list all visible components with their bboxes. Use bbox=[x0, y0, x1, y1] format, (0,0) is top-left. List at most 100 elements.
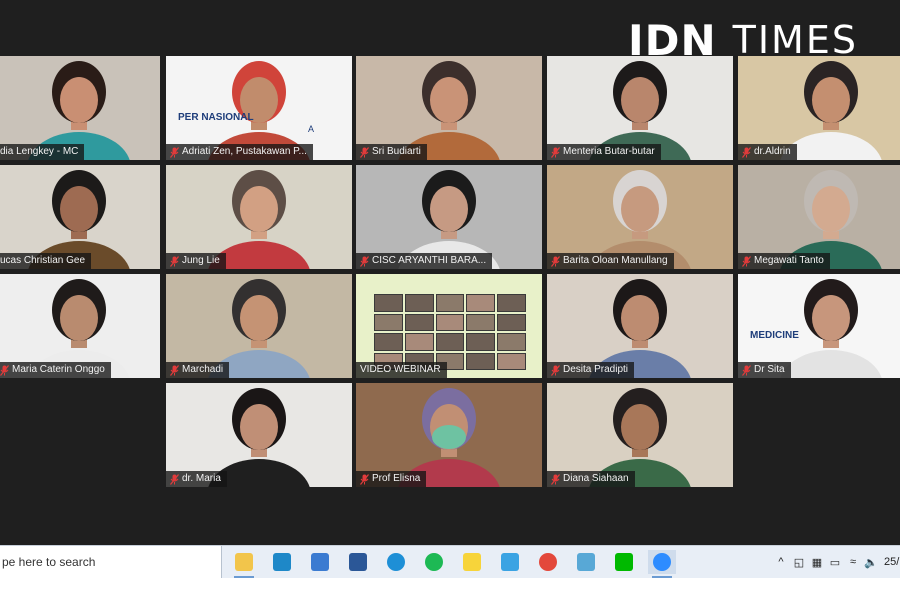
muted-mic-icon bbox=[742, 146, 751, 158]
video-tile-desita-pradipti[interactable]: Desita Pradipti bbox=[547, 274, 733, 378]
mini-video-cell bbox=[435, 333, 465, 351]
participant-face bbox=[60, 186, 98, 232]
participant-face bbox=[240, 295, 278, 341]
mini-video-cell bbox=[374, 333, 403, 351]
video-tile-megawati-tanto[interactable]: Megawati Tanto bbox=[738, 165, 900, 269]
l-app-icon[interactable] bbox=[268, 550, 296, 574]
chrome-glyph bbox=[539, 553, 557, 571]
participant-face bbox=[812, 77, 850, 123]
participant-name: dr.Aldrin bbox=[754, 146, 791, 157]
participant-name: VIDEO WEBINAR bbox=[360, 364, 441, 375]
taskbar-search-box[interactable]: pe here to search bbox=[0, 546, 222, 578]
virtual-background-text: A bbox=[308, 124, 314, 134]
participant-name: Desita Pradipti bbox=[563, 364, 629, 375]
participant-name-label: dr.Aldrin bbox=[738, 144, 797, 160]
participant-name-label: Sri Budiarti bbox=[356, 144, 427, 160]
mini-video-cell bbox=[404, 333, 434, 351]
network-status-icon[interactable]: ▦ bbox=[808, 556, 826, 569]
video-tile-adriati-zen[interactable]: PER NASIONAL A Adriati Zen, Pustakawan P..… bbox=[166, 56, 352, 160]
chrome-icon[interactable] bbox=[534, 550, 562, 574]
participant-name-label: Maria Caterin Onggo bbox=[0, 362, 111, 378]
participant-name: Megawati Tanto bbox=[754, 255, 824, 266]
participant-name: Sri Budiarti bbox=[372, 146, 421, 157]
zoom-icon[interactable] bbox=[648, 550, 676, 578]
mini-video-cell bbox=[374, 294, 403, 312]
system-tray: ^ ◱ ▦ ▭ ≈ 🔈 25/ bbox=[772, 546, 899, 578]
participant-name: Maria Caterin Onggo bbox=[12, 364, 105, 375]
participant-name: Marchadi bbox=[182, 364, 224, 375]
muted-mic-icon bbox=[742, 364, 751, 376]
participant-name-label: Megawati Tanto bbox=[738, 253, 830, 269]
spotify-icon[interactable] bbox=[420, 550, 448, 574]
video-tile-cisc-aryanthi[interactable]: CISC ARYANTHI BARA... bbox=[356, 165, 542, 269]
muted-mic-icon bbox=[551, 146, 560, 158]
sticky-notes-glyph bbox=[463, 553, 481, 571]
muted-mic-icon bbox=[742, 255, 751, 267]
sticky-notes-icon[interactable] bbox=[458, 550, 486, 574]
volume-icon[interactable]: 🔈 bbox=[862, 556, 880, 569]
video-tile-dr-maria[interactable]: dr. Maria bbox=[166, 383, 352, 487]
video-tile-video-webinar[interactable]: VIDEO WEBINAR bbox=[356, 274, 542, 378]
line-icon[interactable] bbox=[610, 550, 638, 574]
muted-mic-icon bbox=[551, 364, 560, 376]
participant-name-label: Menteria Butar-butar bbox=[547, 144, 661, 160]
video-tile-sri-budiarti[interactable]: Sri Budiarti bbox=[356, 56, 542, 160]
shared-screen-thumbnail bbox=[374, 294, 526, 370]
video-tile-menteria[interactable]: Menteria Butar-butar bbox=[547, 56, 733, 160]
video-tile-dia-lengkey[interactable]: dia Lengkey - MC bbox=[0, 56, 160, 160]
participant-name: Menteria Butar-butar bbox=[563, 146, 655, 157]
store-glyph bbox=[311, 553, 329, 571]
store-icon[interactable] bbox=[306, 550, 334, 574]
video-tile-barita-oloan[interactable]: Barita Oloan Manullang bbox=[547, 165, 733, 269]
l-app-glyph bbox=[273, 553, 291, 571]
word-icon[interactable] bbox=[344, 550, 372, 574]
wifi-icon[interactable]: ≈ bbox=[844, 556, 862, 568]
participant-face bbox=[812, 186, 850, 232]
chevron-up-icon[interactable]: ^ bbox=[772, 556, 790, 568]
video-tile-jung-lie[interactable]: Jung Lie bbox=[166, 165, 352, 269]
participant-face bbox=[430, 77, 468, 123]
edge-icon[interactable] bbox=[382, 550, 410, 574]
bottom-edge bbox=[0, 578, 900, 600]
mini-video-cell bbox=[404, 313, 434, 331]
participant-name-label: Diana Siahaan bbox=[547, 471, 635, 487]
participant-name: dr. Maria bbox=[182, 473, 221, 484]
video-tile-marchadi[interactable]: Marchadi bbox=[166, 274, 352, 378]
participant-name: CISC ARYANTHI BARA... bbox=[372, 255, 487, 266]
meet-now-icon[interactable]: ◱ bbox=[790, 556, 808, 569]
participant-name-label: Barita Oloan Manullang bbox=[547, 253, 674, 269]
mini-video-cell bbox=[404, 294, 434, 312]
muted-mic-icon bbox=[360, 255, 369, 267]
video-tile-diana-siahaan[interactable]: Diana Siahaan bbox=[547, 383, 733, 487]
muted-mic-icon bbox=[170, 364, 179, 376]
video-tile-dr-sita[interactable]: MEDICINE Dr Sita bbox=[738, 274, 900, 378]
virtual-background-text: MEDICINE bbox=[750, 330, 799, 341]
3d-viewer-icon[interactable] bbox=[572, 550, 600, 574]
mini-video-cell bbox=[466, 294, 496, 312]
participant-name-label: dia Lengkey - MC bbox=[0, 144, 85, 160]
mini-video-cell bbox=[466, 352, 496, 370]
file-explorer-glyph bbox=[235, 553, 253, 571]
participant-face bbox=[621, 404, 659, 450]
video-tile-lucas[interactable]: ucas Christian Gee bbox=[0, 165, 160, 269]
mini-video-cell bbox=[466, 313, 496, 331]
participant-name-label: Prof Elisna bbox=[356, 471, 427, 487]
participant-name-label: Jung Lie bbox=[166, 253, 226, 269]
muted-mic-icon bbox=[551, 255, 560, 267]
mini-video-cell bbox=[466, 333, 496, 351]
participant-name: Diana Siahaan bbox=[563, 473, 629, 484]
muted-mic-icon bbox=[170, 473, 179, 485]
participant-face bbox=[430, 186, 468, 232]
video-tile-maria-caterin[interactable]: Maria Caterin Onggo bbox=[0, 274, 160, 378]
participant-name: dia Lengkey - MC bbox=[0, 146, 79, 157]
video-tile-dr-aldrin[interactable]: dr.Aldrin bbox=[738, 56, 900, 160]
battery-icon[interactable]: ▭ bbox=[826, 556, 844, 569]
video-tile-prof-elisna[interactable]: Prof Elisna bbox=[356, 383, 542, 487]
file-explorer-icon[interactable] bbox=[230, 550, 258, 578]
virtual-background-text: PER NASIONAL bbox=[178, 112, 254, 123]
clock-date[interactable]: 25/ bbox=[884, 556, 899, 568]
spotify-glyph bbox=[425, 553, 443, 571]
paint-icon[interactable] bbox=[496, 550, 524, 574]
participant-face bbox=[240, 404, 278, 450]
participant-name-label: Adriati Zen, Pustakawan P... bbox=[166, 144, 313, 160]
